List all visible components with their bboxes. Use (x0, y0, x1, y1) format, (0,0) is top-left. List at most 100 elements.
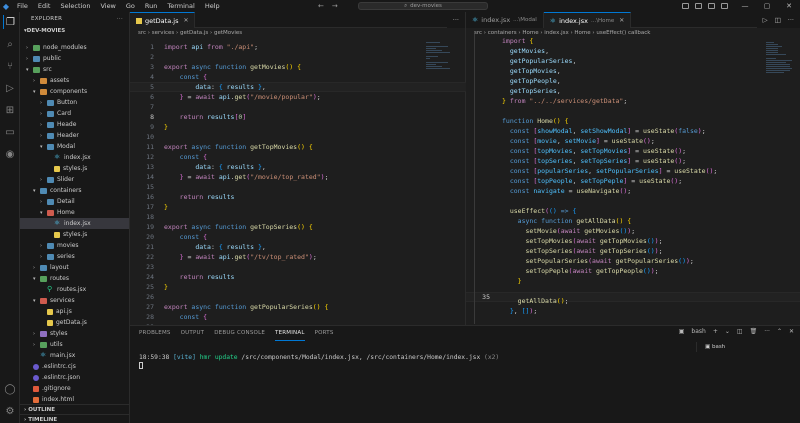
close-icon[interactable]: ✕ (778, 2, 800, 10)
terminal-list-item[interactable]: ▣ bash (696, 342, 800, 352)
tree-item[interactable]: › movies (20, 240, 129, 251)
tree-item[interactable]: styles.js (20, 163, 129, 174)
shell-name[interactable]: bash (691, 328, 705, 335)
tree-item[interactable]: api.js (20, 306, 129, 317)
react-icon: ⚲ (47, 285, 53, 293)
folder-icon (47, 143, 54, 150)
terminal-cursor (139, 362, 143, 369)
tree-item[interactable]: .eslintrc.cjs (20, 361, 129, 372)
menu-file[interactable]: File (12, 0, 33, 12)
more-actions-icon[interactable]: ··· (788, 12, 794, 28)
terminal-output[interactable]: 18:59:38 [vite] hmr update /src/componen… (139, 353, 499, 362)
chevron-down-icon[interactable]: ⌄ (725, 328, 730, 335)
tree-item[interactable]: › series (20, 251, 129, 262)
explorer-sidebar: EXPLORER ··· ▾DEV-MOVIES › node_modules ›… (20, 12, 130, 423)
tree-item[interactable]: .gitignore (20, 383, 129, 394)
run-icon[interactable]: ▷ (763, 12, 768, 28)
tree-item[interactable]: › Detail (20, 196, 129, 207)
tab-debug-console[interactable]: DEBUG CONSOLE (214, 326, 265, 340)
menu-terminal[interactable]: Terminal (162, 0, 199, 12)
menu-selection[interactable]: Selection (55, 0, 95, 12)
back-arrow-icon[interactable]: ← (318, 2, 324, 10)
menu-bar: File Edit Selection View Go Run Terminal… (12, 0, 225, 12)
folder-icon (47, 242, 54, 249)
tree-item[interactable]: ⚛ index.jsx (20, 152, 129, 163)
trash-icon[interactable]: 🗑 (750, 328, 758, 335)
tree-item[interactable]: ▾ src (20, 64, 129, 75)
split-terminal-icon[interactable]: ◫ (737, 328, 743, 335)
tree-item[interactable]: .eslintrc.json (20, 372, 129, 383)
tree-item[interactable]: › Heade (20, 119, 129, 130)
tab-ports[interactable]: PORTS (315, 326, 334, 340)
code-editor-left[interactable]: import api from "./api"; export async fu… (164, 42, 328, 322)
search-icon[interactable]: ⌕ (3, 37, 17, 51)
tree-item[interactable]: ⚲ routes.jsx (20, 284, 129, 295)
add-terminal-icon[interactable]: + (713, 328, 718, 335)
code-editor-right[interactable]: import { getMovies, getPopularSeries, ge… (502, 36, 717, 316)
menu-view[interactable]: View (95, 0, 120, 12)
tree-item[interactable]: ▾ routes (20, 273, 129, 284)
extensions-icon[interactable]: ⊞ (3, 103, 17, 117)
folder-icon (47, 253, 54, 260)
close-icon[interactable]: ✕ (619, 13, 624, 29)
tree-item[interactable]: ▾ Modal (20, 141, 129, 152)
maximize-icon[interactable]: ▢ (756, 2, 778, 10)
close-icon[interactable]: ✕ (183, 13, 188, 29)
menu-edit[interactable]: Edit (33, 0, 56, 12)
project-root[interactable]: ▾DEV-MOVIES (20, 26, 129, 36)
tree-item[interactable]: › public (20, 53, 129, 64)
tree-item[interactable]: › Slider (20, 174, 129, 185)
tab-getdata-js[interactable]: getData.js ✕ (130, 12, 196, 29)
tab-home-index-jsx[interactable]: ⚛ index.jsx ...\Home ✕ (543, 12, 632, 29)
remote-explorer-icon[interactable]: ▭ (3, 125, 17, 139)
close-icon[interactable]: ✕ (789, 328, 794, 335)
outline-section[interactable]: › OUTLINE (20, 404, 129, 414)
command-center-search[interactable]: ⌕ dev-movies (358, 2, 488, 10)
tab-modal-index-jsx[interactable]: ⚛ index.jsx ...\Modal (466, 12, 544, 28)
tree-item[interactable]: › layout (20, 262, 129, 273)
tree-item[interactable]: › Header (20, 130, 129, 141)
tree-item[interactable]: › node_modules (20, 42, 129, 53)
split-editor-icon[interactable]: ◫ (775, 12, 781, 28)
minimap-right[interactable] (766, 42, 796, 74)
toggle-panel-icon[interactable] (695, 3, 702, 9)
more-actions-icon[interactable]: ··· (117, 12, 123, 26)
maximize-panel-icon[interactable]: ⌃ (777, 328, 782, 335)
menu-help[interactable]: Help (200, 0, 225, 12)
tree-item[interactable]: ▾ Home (20, 207, 129, 218)
tree-item-selected[interactable]: ⚛ index.jsx (20, 218, 129, 229)
minimap-left[interactable] (426, 42, 456, 70)
tree-item[interactable]: ▾ services (20, 295, 129, 306)
tree-item[interactable]: › Card (20, 108, 129, 119)
run-debug-icon[interactable]: ▷ (3, 81, 17, 95)
tree-item[interactable]: ▾ components (20, 86, 129, 97)
minimize-icon[interactable]: — (734, 2, 756, 10)
tree-item[interactable]: › assets (20, 75, 129, 86)
more-actions-icon[interactable]: ··· (764, 328, 770, 335)
customize-layout-icon[interactable] (721, 3, 728, 9)
tab-terminal[interactable]: TERMINAL (275, 326, 305, 341)
chrome-icon[interactable]: ◉ (3, 147, 17, 161)
forward-arrow-icon[interactable]: → (332, 2, 338, 10)
breadcrumb[interactable]: src › services › getData.js › getMovies (130, 28, 465, 38)
toggle-secondary-sidebar-icon[interactable] (708, 3, 715, 9)
toggle-sidebar-icon[interactable] (682, 3, 689, 9)
tab-problems[interactable]: PROBLEMS (139, 326, 171, 340)
more-actions-icon[interactable]: ··· (446, 12, 465, 28)
timeline-section[interactable]: › TIMELINE (20, 414, 129, 423)
tree-item[interactable]: ▾ containers (20, 185, 129, 196)
tree-item[interactable]: › utils (20, 339, 129, 350)
tab-output[interactable]: OUTPUT (181, 326, 205, 340)
tree-item[interactable]: styles.js (20, 229, 129, 240)
menu-go[interactable]: Go (121, 0, 140, 12)
files-icon[interactable]: ❐ (3, 15, 17, 29)
menu-run[interactable]: Run (140, 0, 162, 12)
tree-item[interactable]: › styles (20, 328, 129, 339)
tree-item[interactable]: › Button (20, 97, 129, 108)
gear-icon[interactable]: ⚙ (3, 404, 17, 418)
tree-item[interactable]: getData.js (20, 317, 129, 328)
source-control-icon[interactable]: ⑂ (3, 59, 17, 73)
tree-item[interactable]: ⚛ main.jsx (20, 350, 129, 361)
folder-icon (47, 209, 54, 216)
account-icon[interactable]: ◯ (3, 382, 17, 396)
